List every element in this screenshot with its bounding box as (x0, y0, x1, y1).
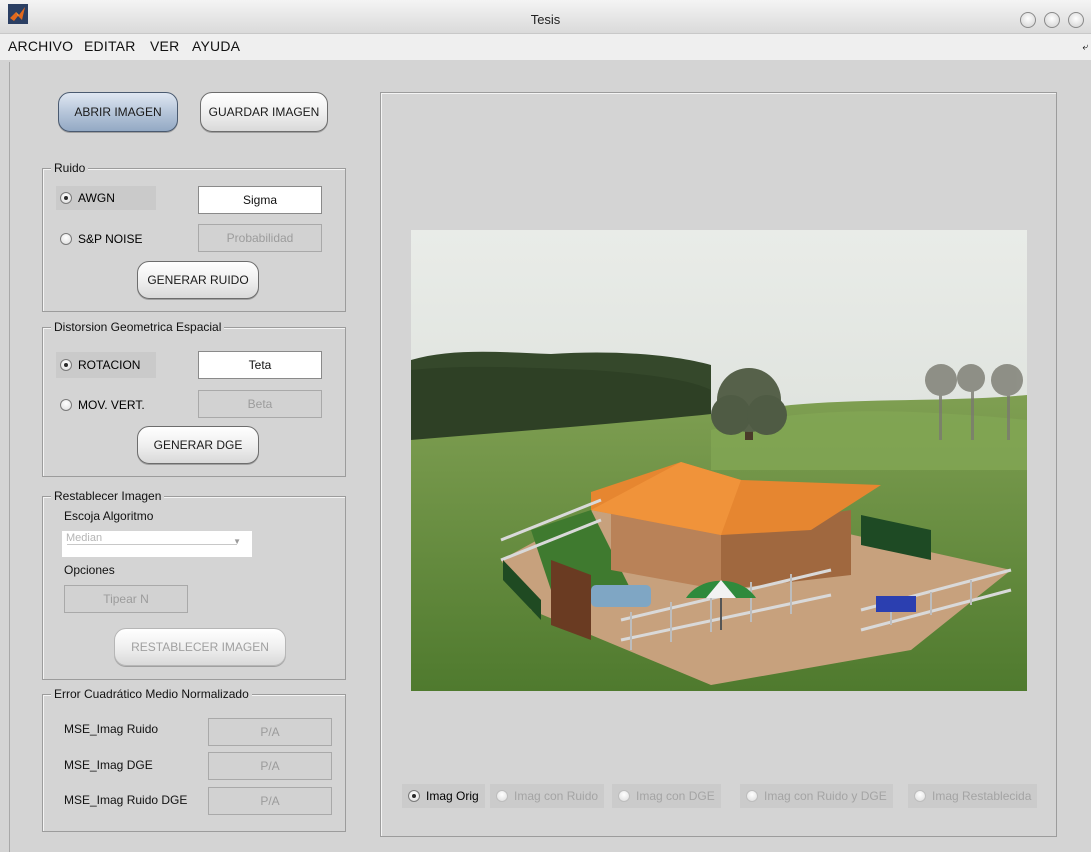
algorithm-select[interactable]: Median ▼ (62, 531, 252, 557)
sp-noise-label: S&P NOISE (78, 232, 143, 246)
view-noise-label: Imag con Ruido (514, 789, 599, 803)
select-track (67, 544, 237, 545)
restore-image-button[interactable]: RESTABLECER IMAGEN (114, 628, 286, 666)
mov-vert-label: MOV. VERT. (78, 398, 145, 412)
view-orig-radio[interactable]: Imag Orig (402, 784, 485, 808)
chevron-down-icon: ▼ (233, 537, 241, 546)
view-restored-radio[interactable]: Imag Restablecida (908, 784, 1038, 808)
maximize-button[interactable] (1044, 12, 1060, 28)
app-window: Tesis ARCHIVO EDITAR VER AYUDA ⤶ ABRIR I… (0, 0, 1091, 852)
restore-group-title: Restablecer Imagen (51, 489, 165, 503)
save-image-button[interactable]: GUARDAR IMAGEN (200, 92, 328, 132)
sp-noise-radio[interactable]: S&P NOISE (60, 230, 142, 248)
view-dge-radio[interactable]: Imag con DGE (612, 784, 721, 808)
radio-checked-icon (408, 790, 420, 802)
open-image-button[interactable]: ABRIR IMAGEN (58, 92, 178, 132)
radio-unchecked-icon (496, 790, 508, 802)
menu-archivo[interactable]: ARCHIVO (8, 38, 73, 54)
mse-group-title: Error Cuadrático Medio Normalizado (51, 687, 252, 701)
close-button[interactable] (1068, 12, 1084, 28)
rotation-radio[interactable]: ROTACION (56, 352, 156, 378)
rotation-label: ROTACION (78, 358, 141, 372)
view-noise-radio[interactable]: Imag con Ruido (490, 784, 605, 808)
mov-vert-radio[interactable]: MOV. VERT. (60, 396, 145, 414)
window-title: Tesis (530, 12, 561, 27)
probability-input[interactable]: Probabilidad (198, 224, 322, 252)
house-scene-image (411, 230, 1027, 691)
view-restored-label: Imag Restablecida (932, 789, 1032, 803)
menu-ayuda[interactable]: AYUDA (192, 38, 240, 54)
minimize-button[interactable] (1020, 12, 1036, 28)
generate-dge-button[interactable]: GENERAR DGE (137, 426, 259, 464)
sigma-input[interactable]: Sigma (198, 186, 322, 214)
radio-unchecked-icon (746, 790, 758, 802)
mse-noise-value: P/A (208, 718, 332, 746)
radio-unchecked-icon (618, 790, 630, 802)
mse-dge-value: P/A (208, 752, 332, 780)
awgn-radio[interactable]: AWGN (56, 186, 156, 210)
teta-input[interactable]: Teta (198, 351, 322, 379)
menu-bar: ARCHIVO EDITAR VER AYUDA ⤶ (0, 34, 1091, 60)
image-axes (411, 230, 1027, 691)
options-label: Opciones (64, 563, 115, 577)
title-bar: Tesis (0, 0, 1091, 34)
view-orig-label: Imag Orig (426, 789, 479, 803)
beta-input[interactable]: Beta (198, 390, 322, 418)
n-input[interactable]: Tipear N (64, 585, 188, 613)
algorithm-value: Median (66, 532, 103, 544)
awgn-label: AWGN (78, 191, 115, 205)
mse-noise-label: MSE_Imag Ruido (64, 722, 159, 736)
menu-editar[interactable]: EDITAR (84, 38, 136, 54)
menu-ver[interactable]: VER (150, 38, 179, 54)
mse-dge-label: MSE_Imag DGE (64, 758, 153, 772)
radio-unchecked-icon (60, 233, 72, 245)
view-noise-dge-radio[interactable]: Imag con Ruido y DGE (740, 784, 893, 808)
algorithm-label: Escoja Algoritmo (64, 509, 154, 523)
distortion-group-title: Distorsion Geometrica Espacial (51, 320, 225, 334)
mse-noise-dge-label: MSE_Imag Ruido DGE (64, 793, 188, 807)
toolbar-arrow-icon[interactable]: ⤶ (1082, 42, 1088, 53)
mse-noise-dge-value: P/A (208, 787, 332, 815)
radio-unchecked-icon (60, 399, 72, 411)
noise-group-title: Ruido (51, 161, 89, 175)
radio-checked-icon (60, 192, 72, 204)
generate-noise-button[interactable]: GENERAR RUIDO (137, 261, 259, 299)
view-noise-dge-label: Imag con Ruido y DGE (764, 789, 887, 803)
radio-unchecked-icon (914, 790, 926, 802)
view-dge-label: Imag con DGE (636, 789, 715, 803)
radio-checked-icon (60, 359, 72, 371)
